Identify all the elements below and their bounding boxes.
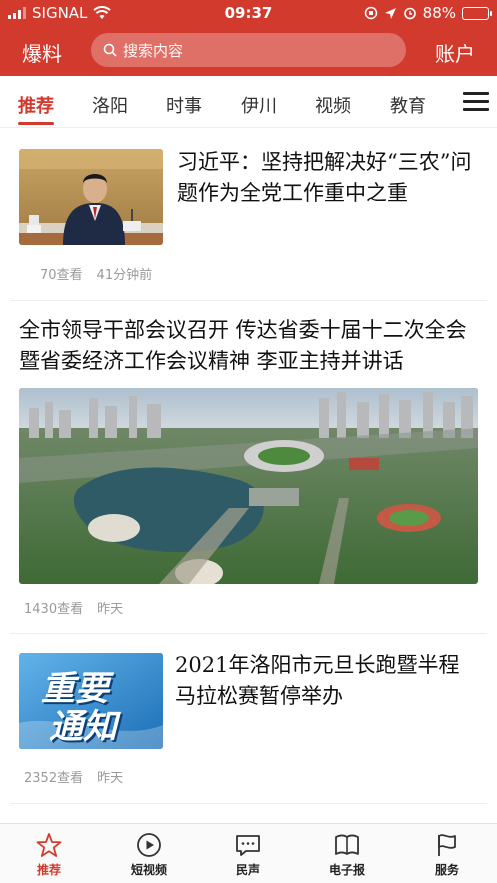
play-icon — [137, 833, 161, 857]
publish-time: 昨天 — [97, 771, 124, 786]
view-count: 70查看 — [40, 268, 83, 283]
divider — [10, 803, 487, 804]
battery-icon — [462, 6, 492, 20]
news-title-2[interactable]: 全市领导干部会议召开 传达省委十届十二次全会暨省委经济工作会议精神 李亚主持并讲… — [19, 315, 479, 377]
active-tab-indicator — [18, 122, 54, 125]
status-bar: SIGNAL 09:37 88% — [0, 0, 497, 26]
battery-percent: 88% — [422, 4, 456, 22]
newspaper-icon — [335, 834, 359, 855]
account-button[interactable]: 账户 — [435, 38, 475, 67]
news-title-1[interactable]: 习近平：坚持把解决好“三农”问题作为全党工作重中之重 — [177, 147, 477, 209]
top-header: SIGNAL 09:37 88% 爆料 搜索内容 账户 — [0, 0, 497, 76]
tab-luoyang[interactable]: 洛阳 — [92, 92, 128, 118]
tab-bar-public-voice[interactable]: 民声 — [218, 832, 278, 878]
tab-recommend[interactable]: 推荐 — [18, 92, 54, 125]
alarm-icon — [403, 7, 416, 20]
news-title-3[interactable]: 2021年洛阳市元旦长跑暨半程马拉松赛暂停举办 — [175, 650, 480, 712]
news-thumbnail-1 — [19, 149, 163, 245]
orientation-lock-icon — [364, 6, 377, 20]
tab-yichuan[interactable]: 伊川 — [241, 92, 277, 118]
view-count: 1430查看 — [24, 602, 84, 617]
channel-tabs: 推荐 洛阳 时事 伊川 视频 教育 — [0, 76, 497, 128]
star-icon — [36, 833, 62, 857]
status-right: 88% — [364, 4, 492, 22]
tab-bar-label: 民声 — [235, 863, 260, 877]
publish-time: 41分钟前 — [96, 268, 153, 283]
chat-bubble-icon — [236, 835, 260, 856]
tab-bar-label: 短视频 — [130, 863, 167, 877]
tab-current-affairs[interactable]: 时事 — [166, 92, 202, 118]
tab-education[interactable]: 教育 — [390, 92, 426, 118]
search-icon — [103, 43, 117, 57]
divider — [10, 300, 487, 301]
news-thumbnail-3: 重要 通知 — [19, 653, 163, 749]
tab-bar-short-video[interactable]: 短视频 — [119, 832, 179, 878]
bottom-tab-bar: 推荐 短视频 民声 电子报 服务 — [0, 823, 497, 883]
search-placeholder: 搜索内容 — [123, 41, 184, 60]
tab-label: 推荐 — [18, 96, 54, 117]
channel-menu-icon[interactable] — [463, 92, 489, 112]
tab-bar-label: 电子报 — [328, 863, 365, 877]
tab-bar-label: 推荐 — [36, 863, 61, 877]
thumbnail-text-line-2: 通知 — [49, 707, 117, 747]
tab-video[interactable]: 视频 — [315, 92, 351, 118]
news-image-2 — [19, 388, 478, 584]
baoliao-button[interactable]: 爆料 — [22, 38, 62, 67]
view-count: 2352查看 — [24, 771, 84, 786]
divider — [10, 633, 487, 634]
tab-bar-service[interactable]: 服务 — [417, 832, 477, 878]
news-meta-3: 2352查看 昨天 — [24, 767, 123, 786]
tab-bar-label: 服务 — [434, 863, 459, 877]
tab-bar-e-paper[interactable]: 电子报 — [317, 832, 377, 878]
flag-icon — [438, 834, 456, 856]
news-meta-2: 1430查看 昨天 — [24, 598, 123, 617]
news-meta-1: 70查看 41分钟前 — [40, 264, 152, 283]
publish-time: 昨天 — [97, 602, 124, 617]
search-input[interactable]: 搜索内容 — [91, 33, 406, 67]
location-icon — [384, 7, 396, 19]
tab-bar-recommend[interactable]: 推荐 — [19, 832, 79, 878]
